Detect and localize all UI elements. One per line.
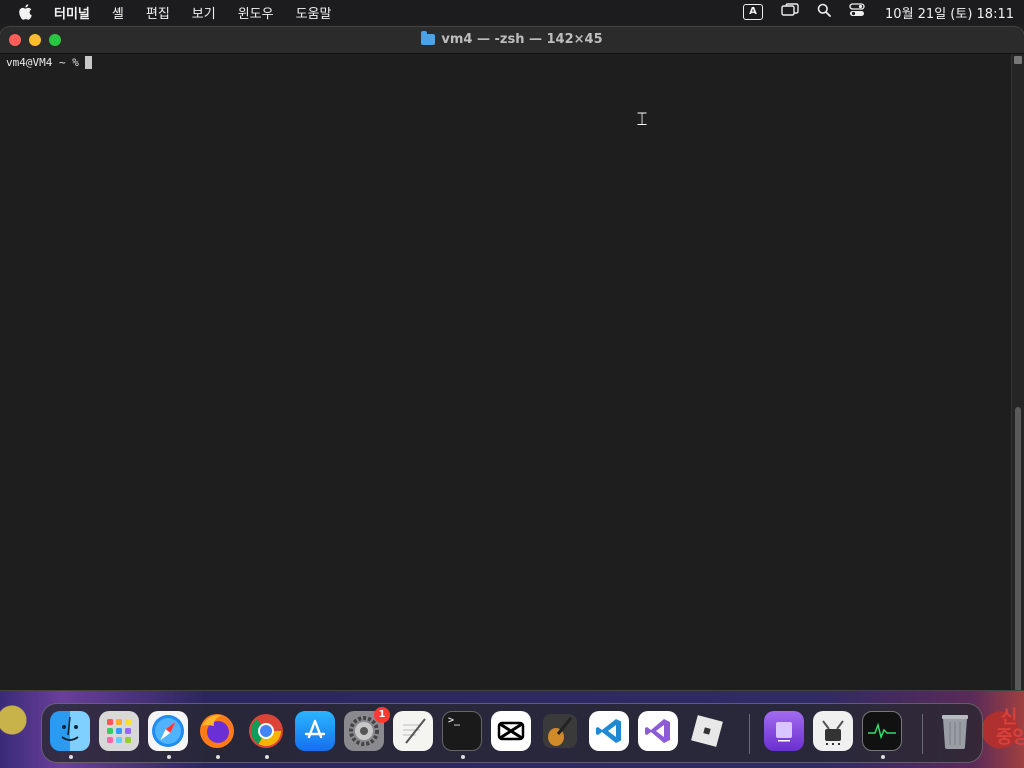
- trash-icon: [935, 711, 975, 751]
- dock-instruments[interactable]: [540, 711, 582, 753]
- menu-shell[interactable]: 셸: [112, 3, 124, 22]
- chrome-icon: [246, 711, 286, 751]
- wallpaper-text: 신 중앙: [996, 707, 1024, 748]
- dock-system-information[interactable]: [813, 711, 855, 753]
- prompt-line: vm4@VM4 ~ %: [6, 56, 1006, 69]
- dock: 1 >_: [41, 703, 983, 763]
- running-indicator: [167, 755, 171, 759]
- dock-app-store[interactable]: [295, 711, 337, 753]
- dock-trash[interactable]: [935, 711, 977, 753]
- finder-icon: [50, 711, 90, 751]
- menu-terminal[interactable]: 터미널: [54, 3, 90, 22]
- menu-edit[interactable]: 편집: [146, 3, 170, 22]
- dock-safari[interactable]: [148, 711, 190, 759]
- shell-prompt: vm4@VM4 ~ %: [6, 56, 79, 69]
- vertical-scrollbar[interactable]: [1011, 54, 1024, 690]
- menu-window[interactable]: 윈도우: [238, 3, 274, 22]
- apple-icon[interactable]: [18, 4, 34, 20]
- dock-divider: [749, 714, 750, 754]
- dock-capcut[interactable]: [491, 711, 533, 753]
- dock-divider: [922, 714, 923, 754]
- running-indicator: [461, 755, 465, 759]
- dock-roblox-studio[interactable]: [687, 711, 729, 753]
- spotlight-search-icon[interactable]: [817, 3, 831, 21]
- configurator-icon: [764, 711, 804, 751]
- dock-launchpad[interactable]: [99, 711, 141, 753]
- dock-chrome[interactable]: [246, 711, 288, 759]
- menu-help[interactable]: 도움말: [296, 3, 332, 22]
- terminal-content[interactable]: vm4@VM4 ~ %: [0, 54, 1012, 690]
- vscode-icon: [589, 711, 629, 751]
- dock-visual-studio[interactable]: [638, 711, 680, 753]
- app-store-icon: [295, 711, 335, 751]
- firefox-icon: [197, 711, 237, 751]
- title-bar[interactable]: vm4 — -zsh — 142×45: [0, 27, 1024, 54]
- textedit-icon: [393, 711, 433, 751]
- menu-bar: 터미널 셸 편집 보기 윈도우 도움말 A 10월 21일 (토) 18:11: [0, 0, 1024, 24]
- capcut-icon: [491, 711, 531, 751]
- input-source-icon[interactable]: A: [743, 4, 764, 20]
- notification-badge: 1: [374, 707, 390, 723]
- terminal-window: vm4 — -zsh — 142×45 vm4@VM4 ~ %: [0, 27, 1024, 690]
- scroll-split-button[interactable]: [1014, 56, 1022, 64]
- screen-mirroring-icon[interactable]: [781, 3, 799, 21]
- terminal-icon: >_: [442, 711, 482, 751]
- wallpaper-text-label: 신 중앙: [996, 707, 1024, 748]
- menu-clock[interactable]: 10월 21일 (토) 18:11: [885, 3, 1014, 22]
- safari-icon: [148, 711, 188, 751]
- activity-monitor-icon: [862, 711, 902, 751]
- dock-textedit[interactable]: [393, 711, 435, 753]
- dock-vscode[interactable]: [589, 711, 631, 753]
- dock-terminal[interactable]: >_: [442, 711, 484, 759]
- scroll-thumb[interactable]: [1015, 407, 1021, 690]
- instruments-guitar-icon: [540, 711, 580, 751]
- status-area: A 10월 21일 (토) 18:11: [743, 3, 1014, 22]
- running-indicator: [881, 755, 885, 759]
- roblox-icon: [687, 711, 727, 751]
- menu-view[interactable]: 보기: [192, 3, 216, 22]
- control-center-icon[interactable]: [849, 3, 865, 21]
- window-title-text: vm4 — -zsh — 142×45: [441, 32, 603, 47]
- dock-firefox[interactable]: [197, 711, 239, 759]
- running-indicator: [265, 755, 269, 759]
- text-cursor: [84, 56, 92, 69]
- folder-icon: [421, 31, 436, 45]
- dock-system-settings[interactable]: 1: [344, 707, 390, 753]
- running-indicator: [69, 755, 73, 759]
- visual-studio-icon: [638, 711, 678, 751]
- dock-apple-configurator[interactable]: [764, 711, 806, 753]
- dock-activity-monitor[interactable]: [862, 711, 904, 759]
- system-information-icon: [813, 711, 853, 751]
- dock-finder[interactable]: [50, 711, 92, 759]
- ibeam-cursor-icon: ⌶: [636, 109, 648, 130]
- window-title: vm4 — -zsh — 142×45: [0, 31, 1024, 47]
- launchpad-icon: [99, 711, 139, 751]
- running-indicator: [216, 755, 220, 759]
